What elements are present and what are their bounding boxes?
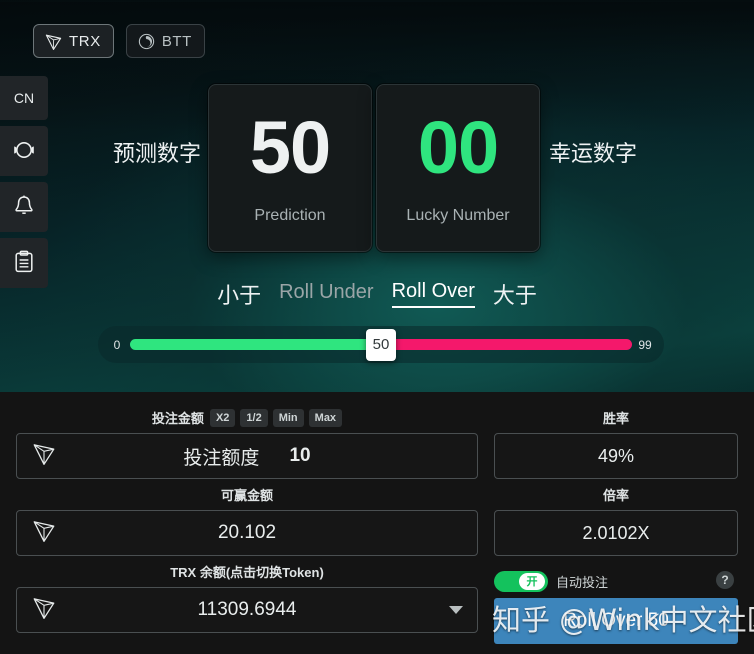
bet-amount-value: 10 [289,445,311,466]
right-controls: 胜率 49% 倍率 2.0102X 开 自动投注 ? Roll Over 50 [494,402,738,644]
slider-thumb[interactable]: 50 [366,328,396,361]
payout-field: 20.102 [16,510,478,556]
prediction-card: 50 Prediction [208,84,372,252]
bet-amount-label-row: 投注金额 X2 1/2 Min Max [16,408,478,427]
token-tab-btt-label: BTT [161,32,192,50]
slider-track[interactable]: 50 [130,328,632,361]
roll-under-tab[interactable]: Roll Under [279,281,373,307]
multiplier-label: 倍率 [602,488,629,503]
bet-amount-label: 投注金额 [151,411,204,426]
chevron-down-icon[interactable] [449,606,463,614]
token-tab-btt[interactable]: BTT [125,24,205,58]
rail-item-records[interactable] [0,238,48,288]
rail-item-notifications[interactable] [0,182,48,232]
prediction-value: 50 [249,106,331,189]
bet-amount-field[interactable]: 投注额度 10 [16,433,478,479]
winrate-field: 49% [494,433,738,479]
top-divider [0,0,754,2]
roll-under-cn: 小于 [217,284,262,309]
auto-bet-toggle-state: 开 [519,572,545,590]
prediction-slider[interactable]: 0 50 99 [98,326,664,363]
left-rail: CN [0,76,48,294]
prediction-cn-label: 预测数字 [113,142,202,167]
help-icon[interactable]: ? [716,571,734,589]
payout-label: 可赢金额 [220,488,273,503]
auto-bet-row: 开 自动投注 ? [494,570,738,592]
game-stage: TRX BTT CN 预测数字 幸运数字 50 Prediction 00 Lu… [0,0,754,392]
roll-mode-row: 小于 Roll Under Roll Over 大于 [0,278,754,310]
number-cards: 50 Prediction 00 Lucky Number [208,84,540,252]
roll-over-button[interactable]: Roll Over 50 [494,598,738,644]
balance-field[interactable]: 11309.6944 [16,587,478,633]
lucky-number-caption: Lucky Number [406,207,510,224]
rail-item-support[interactable] [0,126,48,176]
chip-x2[interactable]: X2 [209,408,236,427]
auto-bet-label: 自动投注 [556,575,609,591]
records-clipboard-icon [13,250,35,277]
multiplier-field: 2.0102X [494,510,738,556]
tron-icon [31,441,57,472]
lucky-number-value: 00 [417,106,499,189]
notification-bell-icon [13,194,35,221]
token-tab-trx[interactable]: TRX [33,24,114,58]
chip-max[interactable]: Max [308,408,343,427]
tron-icon [44,32,63,51]
bittorrent-icon [137,32,156,51]
token-tabs: TRX BTT [33,24,205,58]
balance-value: 11309.6944 [197,599,297,620]
slider-fill-over [381,339,632,350]
token-tab-trx-label: TRX [69,32,101,50]
prediction-caption: Prediction [254,207,326,224]
dice-game-app: TRX BTT CN 预测数字 幸运数字 50 Prediction 00 Lu… [0,0,754,654]
language-switch-label: CN [13,90,35,106]
winrate-label: 胜率 [602,411,629,426]
slider-fill-under [130,339,381,350]
bet-amount-chips: X2 1/2 Min Max [209,408,343,427]
bet-amount-placeholder: 投注额度 [183,446,260,469]
payout-value: 20.102 [217,522,277,543]
balance-label: TRX 余额(点击切换Token) [170,565,324,580]
lucky-number-card: 00 Lucky Number [376,84,540,252]
slider-min-label: 0 [113,337,121,352]
tron-icon [31,518,57,549]
control-panel: 投注金额 X2 1/2 Min Max 投注额度 10 可赢金额 20.102 … [0,392,754,654]
multiplier-value: 2.0102X [582,522,650,543]
chip-half[interactable]: 1/2 [240,408,268,427]
chip-min[interactable]: Min [272,408,304,427]
roll-over-cn: 大于 [492,284,537,309]
tron-icon [31,595,57,626]
winrate-value: 49% [597,445,635,466]
slider-max-label: 99 [638,337,652,352]
auto-bet-toggle[interactable]: 开 [494,570,548,592]
lucky-cn-label: 幸运数字 [549,142,638,167]
language-switch[interactable]: CN [0,76,48,120]
support-headset-icon [11,138,37,165]
left-controls: 投注金额 X2 1/2 Min Max 投注额度 10 可赢金额 20.102 … [16,402,478,644]
roll-over-tab[interactable]: Roll Over [391,280,475,308]
